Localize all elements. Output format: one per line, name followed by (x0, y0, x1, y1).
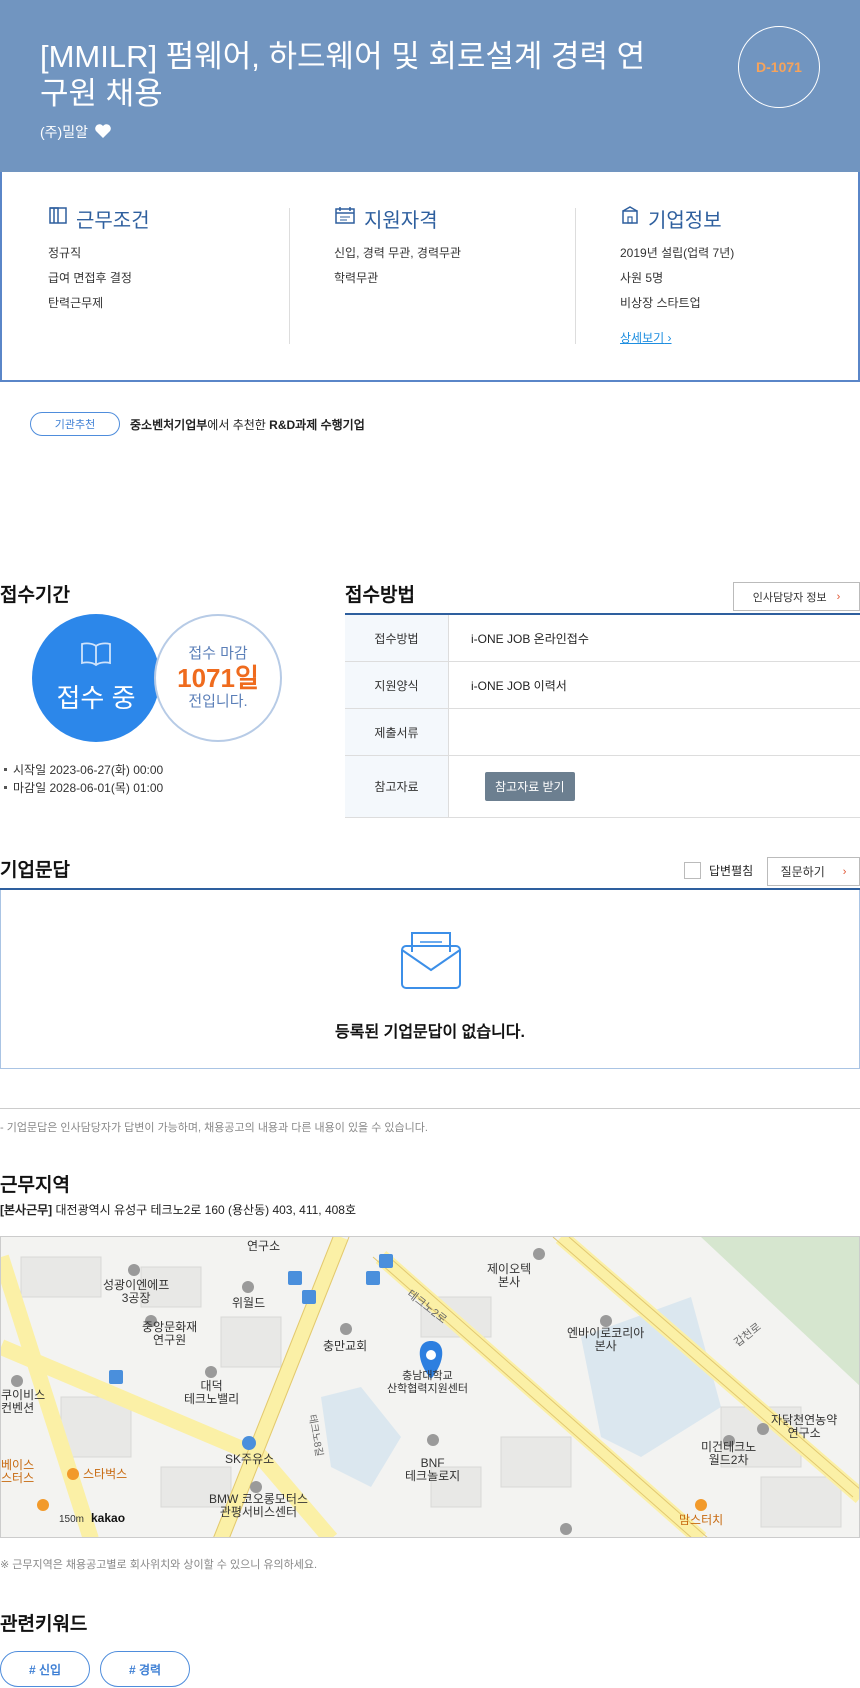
map-notice: ※ 근무지역은 채용공고별로 회사위치와 상이할 수 있으니 유의하세요. (0, 1559, 318, 1571)
qa-empty-message: 등록된 기업문답이 없습니다. (335, 1024, 525, 1041)
expand-answers-checkbox[interactable] (684, 862, 701, 879)
conditions-column: 근무조건 정규직 급여 면접후 결정 탄력근무제 (48, 204, 308, 340)
door-icon (48, 205, 68, 231)
company-info-item: 사원 5명 (620, 271, 664, 285)
map-label: BMW 코오롱모터스 관평서비스센터 (209, 1492, 308, 1519)
ask-question-button[interactable]: 질문하기 › (767, 857, 860, 886)
map-scale: 150m (59, 1514, 85, 1525)
map-label: 충만교회 (323, 1339, 368, 1353)
column-divider (575, 208, 576, 344)
conditions-title: 근무조건 (76, 209, 150, 232)
table-row: 접수방법 i-ONE JOB 온라인접수 (345, 615, 860, 662)
map-brand: kakao (91, 1511, 126, 1525)
company-info-item: 비상장 스타트업 (620, 296, 701, 310)
recommendation-text: 중소벤처기업부에서 추천한 R&D과제 수행기업 (130, 417, 365, 432)
method-title: 접수방법 (345, 585, 415, 606)
condition-item: 탄력근무제 (48, 296, 104, 310)
recommendation-badge: 기관추천 (30, 412, 120, 436)
dday-badge: D-1071 (738, 26, 820, 108)
qualification-item: 신입, 경력 무관, 경력무관 (334, 246, 462, 260)
chevron-right-icon: › (842, 865, 847, 878)
map-label: 대덕 테크노밸리 (184, 1379, 240, 1406)
map-label: 미건테크노 월드2차 (701, 1440, 757, 1467)
map-label: SK주유소 (225, 1452, 275, 1466)
table-row: 지원양식 i-ONE JOB 이력서 (345, 662, 860, 709)
book-icon (79, 641, 113, 672)
map-label: 갑천로 (732, 1321, 764, 1350)
before-label: 전입니다. (188, 693, 248, 710)
deadline-label: 접수 마감 (188, 645, 248, 662)
map-label: 테크노2로 (404, 1288, 449, 1327)
expand-answers-label: 답변펼침 (709, 864, 754, 878)
map-label: 연구소 (247, 1239, 281, 1253)
location-map[interactable]: 연구소 성광이엔에프 3공장 위월드 제이오텍 본사 중앙문화재 연구원 충만교… (0, 1236, 860, 1538)
table-row: 참고자료 참고자료 받기 (345, 756, 860, 818)
status-label: 접수 중 (56, 683, 136, 713)
start-date-row: 시작일 2023-06-27(화) 00:00 (4, 760, 163, 778)
map-label: 스타벅스 (83, 1467, 128, 1481)
qualifications-title: 지원자격 (364, 209, 438, 232)
condition-item: 정규직 (48, 246, 82, 260)
qa-notice: - 기업문답은 인사담당자가 답변이 가능하며, 채용공고의 내용과 다른 내용… (0, 1122, 428, 1134)
qualifications-heading: 지원자격 (334, 204, 594, 232)
qualifications-column: 지원자격 신입, 경력 무관, 경력무관 학력무관 (334, 204, 594, 340)
address-tag: [본사근무] (0, 1203, 53, 1217)
map-label: 베이스 스터스 (1, 1458, 35, 1485)
qa-title: 기업문답 (0, 860, 70, 881)
condition-item: 급여 면접후 결정 (48, 271, 132, 285)
keyword-tag[interactable]: # 경력 (100, 1651, 190, 1687)
work-address: [본사근무] 대전광역시 유성구 테크노2로 160 (용산동) 403, 41… (0, 1201, 356, 1218)
heart-icon[interactable] (94, 123, 112, 142)
map-label: 쿠이비스 컨벤션 (1, 1388, 46, 1415)
chevron-right-icon: › (667, 331, 672, 345)
address-text: 대전광역시 유성구 테크노2로 160 (용산동) 403, 411, 408호 (55, 1203, 357, 1217)
end-date-row: 마감일 2028-06-01(목) 01:00 (4, 778, 163, 796)
map-label: 자닭천연농약 연구소 (771, 1413, 838, 1440)
envelope-icon (400, 930, 462, 997)
column-divider (289, 208, 290, 344)
map-label: 위월드 (232, 1296, 266, 1310)
deadline-circle: 접수 마감 1071일 전입니다. (154, 614, 282, 742)
company-row: (주)밀알 (40, 122, 112, 142)
download-reference-button[interactable]: 참고자료 받기 (485, 772, 575, 801)
divider (0, 1108, 860, 1109)
status-circle: 접수 중 (32, 614, 160, 742)
period-title: 접수기간 (0, 585, 70, 606)
chevron-right-icon: › (836, 590, 841, 603)
conditions-heading: 근무조건 (48, 204, 308, 232)
calendar-icon (334, 205, 356, 231)
location-title: 근무지역 (0, 1175, 70, 1196)
period-dates: 시작일 2023-06-27(화) 00:00 마감일 2028-06-01(목… (4, 760, 163, 796)
building-icon (620, 205, 640, 231)
company-info-column: 기업정보 2019년 설립(업력 7년) 사원 5명 비상장 스타트업 상세보기… (620, 204, 860, 345)
expand-answers-toggle[interactable]: 답변펼침 (684, 862, 753, 879)
keywords-title: 관련키워드 (0, 1614, 88, 1635)
map-label: 충남대학교 산학협력지원센터 (387, 1370, 468, 1395)
job-title: [MMILR] 펌웨어, 하드웨어 및 회로설계 경력 연구원 채용 (40, 39, 646, 111)
keyword-tag[interactable]: # 신입 (0, 1651, 90, 1687)
days-left: 1071일 (177, 663, 259, 693)
map-label: 제이오텍 본사 (487, 1262, 532, 1289)
map-label: 중앙문화재 연구원 (142, 1320, 198, 1347)
qualification-item: 학력무관 (334, 271, 379, 285)
table-row: 제출서류 (345, 709, 860, 756)
company-info-title: 기업정보 (648, 209, 722, 232)
company-detail-link[interactable]: 상세보기 › (620, 329, 672, 346)
company-name[interactable]: (주)밀알 (40, 122, 88, 142)
map-label: 테크노8길 (306, 1413, 325, 1458)
recommendation-row: 기관추천 중소벤처기업부에서 추천한 R&D과제 수행기업 (30, 412, 365, 436)
company-info-heading: 기업정보 (620, 204, 860, 232)
hr-contact-button[interactable]: 인사담당자 정보 › (733, 582, 860, 611)
company-info-item: 2019년 설립(업력 7년) (620, 246, 735, 260)
map-label: BNF 테크놀로지 (405, 1456, 461, 1483)
map-label: 엔바이로코리아 본사 (567, 1326, 645, 1353)
qa-empty-box (0, 890, 860, 1069)
method-table: 접수방법 i-ONE JOB 온라인접수 지원양식 i-ONE JOB 이력서 … (345, 613, 860, 818)
map-label: 성광이엔에프 3공장 (103, 1278, 170, 1305)
job-header: [MMILR] 펌웨어, 하드웨어 및 회로설계 경력 연구원 채용 (주)밀알… (0, 0, 860, 172)
job-summary-box: 근무조건 정규직 급여 면접후 결정 탄력근무제 지원자격 신입, 경력 무관,… (0, 172, 860, 382)
map-label: 맘스터치 (679, 1513, 724, 1527)
